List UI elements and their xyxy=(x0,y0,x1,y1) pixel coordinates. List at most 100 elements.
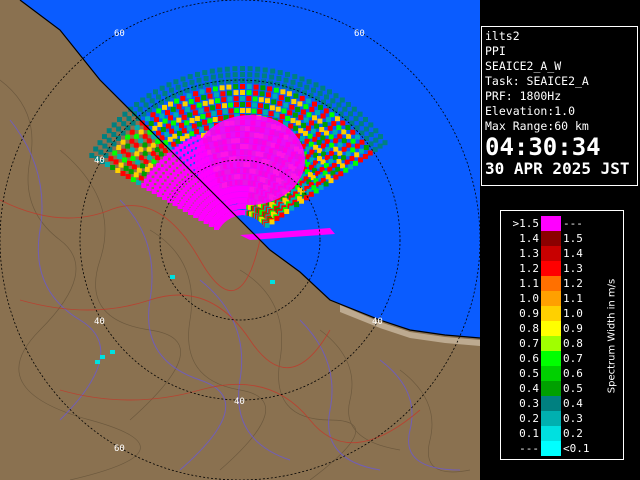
legend-row: 1.1 1.2 xyxy=(501,276,601,291)
echo-cell xyxy=(134,102,140,107)
echo-cell xyxy=(300,109,306,115)
echo-cell xyxy=(228,108,234,114)
echo-cell xyxy=(196,102,202,108)
echo-cell xyxy=(329,112,335,118)
task-name: Task: SEAICE2_A xyxy=(485,74,589,88)
echo-cell xyxy=(339,97,345,103)
echo-cell xyxy=(196,121,202,127)
echo-cell xyxy=(318,104,323,110)
legend-row: 1.4 1.5 xyxy=(501,231,601,246)
echo-cell xyxy=(211,80,217,86)
echo-cell xyxy=(289,104,295,110)
legend-row-upper: 0.7 xyxy=(563,352,583,365)
legend-row-lower: >1.5 xyxy=(512,217,540,230)
legend-row-lower: --- xyxy=(519,442,539,455)
echo-cell xyxy=(140,97,146,103)
echo-cell xyxy=(357,111,363,117)
echo-cell xyxy=(246,96,252,102)
echo-cell xyxy=(117,117,122,122)
echo-cell xyxy=(297,82,303,88)
echo-cell xyxy=(226,90,232,96)
echo-cell xyxy=(345,151,351,157)
echo-cell xyxy=(341,138,347,144)
echo-cell xyxy=(254,72,260,78)
echo-cell xyxy=(299,95,305,101)
legend-row-upper: 0.4 xyxy=(563,397,583,410)
echo-cell xyxy=(261,73,267,79)
legend-swatch xyxy=(541,411,561,426)
echo-cell xyxy=(205,112,211,118)
echo-cell xyxy=(126,116,132,122)
echo-cell xyxy=(332,129,338,135)
echo-cell xyxy=(234,102,239,108)
echo-cell xyxy=(225,78,231,84)
echo-cell xyxy=(303,117,309,123)
echo-cell xyxy=(134,151,140,157)
echo-cell xyxy=(314,123,320,129)
echo-cell xyxy=(127,160,132,166)
echo-cell xyxy=(141,111,147,117)
legend-swatch xyxy=(541,291,561,306)
echo-cell xyxy=(141,183,147,188)
legend-row-lower: 0.6 xyxy=(519,352,539,365)
echo-cell xyxy=(210,105,216,111)
echo-cell xyxy=(181,128,187,134)
echo-cell xyxy=(313,82,319,88)
echo-cell xyxy=(323,181,329,187)
range-label: 60 xyxy=(354,29,365,39)
echo-cell xyxy=(240,78,245,83)
legend-swatch xyxy=(541,231,561,246)
echo-cell xyxy=(319,127,325,132)
legend-row-upper: 0.8 xyxy=(563,337,583,350)
echo-cell xyxy=(232,78,238,84)
scan-date: 30 APR 2025 JST xyxy=(485,159,630,178)
echo-cell xyxy=(258,97,264,103)
echo-cell xyxy=(120,130,126,136)
echo-cell xyxy=(207,93,213,99)
echo-cell xyxy=(129,138,135,144)
echo-cell xyxy=(228,102,233,108)
echo-cell xyxy=(252,102,257,108)
echo-cell xyxy=(196,134,202,140)
echo-cell xyxy=(143,102,149,108)
echo-cell xyxy=(377,143,383,149)
echo-cell xyxy=(188,99,194,104)
echo-cell xyxy=(341,155,347,161)
echo-cell xyxy=(184,107,190,112)
echo-cell xyxy=(324,130,329,136)
legend-row: 0.9 1.0 xyxy=(501,306,601,321)
echo-cell xyxy=(234,108,240,114)
echo-cell xyxy=(186,93,192,99)
legend-swatch xyxy=(541,351,561,366)
echo-cell xyxy=(186,125,192,131)
echo-cell xyxy=(341,146,347,152)
echo-cell xyxy=(125,134,130,140)
echo-cell xyxy=(362,154,368,159)
echo-cell xyxy=(175,138,181,144)
echo-cell xyxy=(317,91,323,96)
echo-cell xyxy=(136,167,142,173)
station-name: ilts2 xyxy=(485,29,520,43)
echo-cell xyxy=(136,180,142,185)
echo-cell xyxy=(303,104,309,110)
radar-map[interactable]: 60 60 40 40 40 40 60 xyxy=(0,0,480,480)
echo-cell xyxy=(268,111,274,117)
echo-cell xyxy=(323,108,329,114)
echo-cell xyxy=(179,109,185,115)
echo-cell xyxy=(259,91,265,97)
echo-cell xyxy=(198,83,204,89)
echo-cell xyxy=(240,90,245,95)
echo-cell xyxy=(165,123,171,129)
echo-cell xyxy=(272,93,278,99)
echo-cell xyxy=(108,156,114,162)
echo-cell xyxy=(300,136,305,142)
echo-cell xyxy=(333,174,339,180)
echo-cell xyxy=(150,112,156,118)
echo-cell xyxy=(350,147,356,153)
echo-cell xyxy=(269,219,275,225)
echo-cell xyxy=(324,94,329,100)
echo-cell xyxy=(345,102,351,107)
echo-cell xyxy=(291,99,297,104)
legend-row-upper: 1.4 xyxy=(563,247,583,260)
echo-cell xyxy=(253,84,259,90)
